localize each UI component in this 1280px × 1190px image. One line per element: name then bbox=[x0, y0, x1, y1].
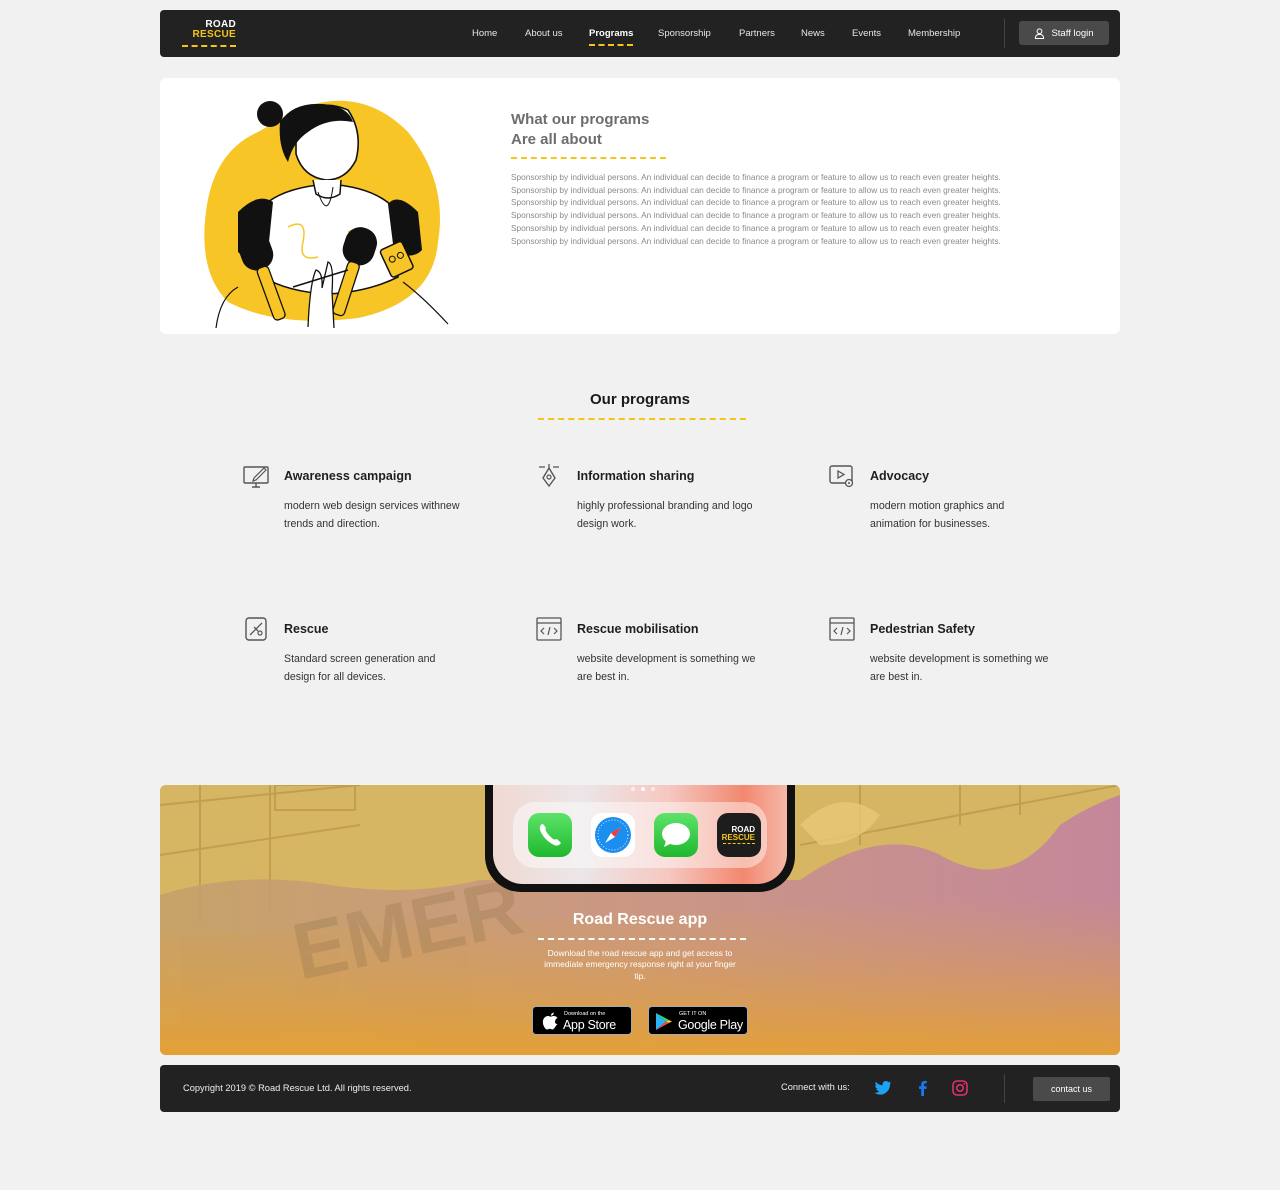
app-description: Download the road rescue app and get acc… bbox=[544, 948, 736, 981]
connect-label: Connect with us: bbox=[781, 1082, 850, 1092]
hero-heading: What our programs Are all about bbox=[511, 110, 649, 150]
messages-icon bbox=[654, 813, 698, 857]
app-store-button[interactable]: Download on the App Store bbox=[532, 1006, 632, 1035]
program-description: website development is something we are … bbox=[870, 653, 1049, 683]
google-play-icon bbox=[656, 1013, 672, 1030]
phone-screen: ROAD RESCUE bbox=[493, 785, 787, 884]
devices-icon bbox=[245, 617, 267, 641]
pen-tool-icon bbox=[539, 464, 559, 488]
google-play-button[interactable]: GET IT ON Google Play bbox=[648, 1006, 748, 1035]
hero-heading-line2: Are all about bbox=[511, 131, 602, 148]
program-description: modern motion graphics and animation for… bbox=[870, 500, 1005, 530]
safari-icon bbox=[591, 813, 635, 857]
monitor-edit-icon bbox=[243, 466, 269, 488]
program-description: modern web design services withnew trend… bbox=[284, 500, 460, 530]
programs-intro-card: What our programs Are all about Sponsors… bbox=[160, 78, 1120, 334]
app-store-label: App Store bbox=[563, 1018, 616, 1032]
page-dots bbox=[631, 787, 655, 791]
program-description: Standard screen generation and design fo… bbox=[284, 653, 436, 683]
programs-title-underline bbox=[538, 418, 746, 420]
footer-bar: Copyright 2019 © Road Rescue Ltd. All ri… bbox=[160, 1065, 1120, 1112]
staff-login-label: Staff login bbox=[1051, 27, 1094, 39]
programs-section-title: Our programs bbox=[589, 391, 691, 408]
contact-us-button[interactable]: contact us bbox=[1033, 1077, 1110, 1101]
nav-link-sponsorship[interactable]: Sponsorship bbox=[658, 28, 711, 39]
twitter-icon[interactable] bbox=[874, 1079, 892, 1097]
logo-road-stripe bbox=[182, 45, 236, 47]
nav-link-programs[interactable]: Programs bbox=[589, 28, 634, 46]
hero-heading-underline bbox=[511, 157, 666, 159]
program-title: Awareness campaign bbox=[284, 469, 412, 483]
app-title: Road Rescue app bbox=[572, 911, 708, 928]
nav-link-partners[interactable]: Partners bbox=[739, 28, 775, 39]
app-title-underline bbox=[538, 938, 746, 940]
press-interview-illustration bbox=[204, 100, 449, 328]
facebook-icon[interactable] bbox=[914, 1079, 932, 1097]
nav-link-membership[interactable]: Membership bbox=[908, 28, 960, 39]
logo-text-rescue: RESCUE bbox=[192, 29, 236, 40]
copyright-text: Copyright 2019 © Road Rescue Ltd. All ri… bbox=[183, 1083, 412, 1093]
phone-app-icon bbox=[528, 813, 572, 857]
app-icon-text-rescue: RESCUE bbox=[721, 833, 755, 842]
staff-login-button[interactable]: Staff login bbox=[1019, 21, 1109, 45]
google-play-label: Google Play bbox=[678, 1018, 743, 1032]
nav-link-events[interactable]: Events bbox=[852, 28, 881, 39]
hero-heading-line1: What our programs bbox=[511, 111, 650, 128]
app-icon-road-stripe bbox=[723, 843, 755, 844]
top-navbar: ROAD RESCUE Home About us Programs Spons… bbox=[160, 10, 1120, 57]
apple-icon bbox=[542, 1012, 558, 1030]
program-description: highly professional branding and logo de… bbox=[577, 500, 753, 530]
nav-link-home[interactable]: Home bbox=[472, 28, 497, 39]
code-window-icon bbox=[829, 617, 855, 641]
code-window-icon bbox=[536, 617, 562, 641]
program-description: website development is something we are … bbox=[577, 653, 756, 683]
phone-mockup: ROAD RESCUE bbox=[485, 785, 795, 892]
program-title: Information sharing bbox=[577, 469, 695, 483]
google-play-small-label: GET IT ON bbox=[679, 1011, 707, 1017]
program-title: Advocacy bbox=[870, 469, 930, 483]
road-rescue-app-icon: ROAD RESCUE bbox=[717, 813, 761, 857]
nav-divider bbox=[1004, 19, 1005, 48]
program-title: Rescue mobilisation bbox=[577, 622, 699, 636]
nav-link-about-us[interactable]: About us bbox=[525, 28, 563, 39]
program-title: Rescue bbox=[284, 622, 329, 636]
user-icon bbox=[1035, 27, 1045, 39]
app-store-small-label: Download on the bbox=[564, 1011, 606, 1017]
phone-dock: ROAD RESCUE bbox=[513, 802, 767, 868]
app-download-banner: EMER ROAD RESCUE Road Rescue app Downloa… bbox=[160, 785, 1120, 1055]
video-settings-icon bbox=[829, 465, 854, 488]
instagram-icon[interactable] bbox=[951, 1079, 969, 1097]
nav-link-news[interactable]: News bbox=[801, 28, 825, 39]
footer-divider bbox=[1004, 1074, 1005, 1103]
hero-paragraph: Sponsorship by individual persons. An in… bbox=[511, 172, 1001, 246]
road-rescue-logo[interactable]: ROAD RESCUE bbox=[182, 19, 236, 47]
program-title: Pedestrian Safety bbox=[870, 622, 975, 636]
